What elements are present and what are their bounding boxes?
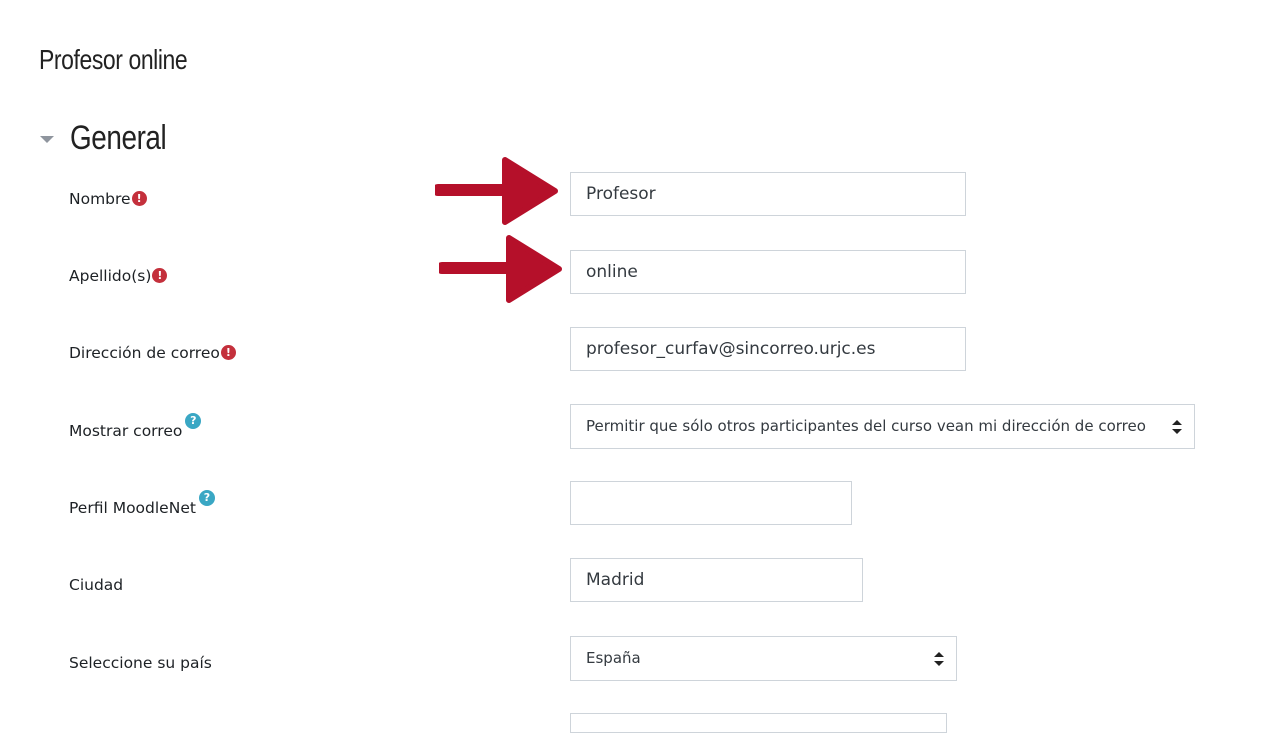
correo-input[interactable]: profesor_curfav@sincorreo.urjc.es (570, 327, 966, 371)
mostrar-correo-label-text: Mostrar correo (69, 422, 183, 440)
moodlenet-label-text: Perfil MoodleNet (69, 499, 196, 517)
correo-label-text: Dirección de correo (69, 344, 220, 362)
required-icon: ! (152, 268, 168, 283)
mostrar-correo-select[interactable]: Permitir que sólo otros participantes de… (570, 404, 1195, 449)
required-icon: ! (131, 191, 147, 206)
next-field-input[interactable] (570, 713, 947, 733)
nombre-label-text: Nombre (69, 190, 131, 208)
section-general-toggle[interactable]: General (40, 118, 187, 158)
help-icon[interactable]: ? (185, 413, 202, 429)
caret-down-icon[interactable] (40, 135, 54, 143)
ciudad-label: Ciudad (69, 576, 123, 594)
pais-label-text: Seleccione su país (69, 654, 212, 672)
apellidos-label: Apellido(s)! (69, 267, 168, 285)
ciudad-label-text: Ciudad (69, 576, 124, 594)
page-title: Profesor online (39, 44, 188, 75)
required-icon: ! (220, 345, 236, 360)
nombre-input[interactable]: Profesor (570, 172, 966, 216)
correo-label: Dirección de correo! (69, 344, 236, 362)
pais-selected: España (586, 649, 641, 667)
mostrar-correo-selected: Permitir que sólo otros participantes de… (586, 417, 1146, 435)
ciudad-input[interactable]: Madrid (570, 558, 863, 602)
pais-select[interactable]: España (570, 636, 957, 681)
select-arrows-icon (1172, 419, 1182, 434)
annotation-arrow-icon (435, 157, 558, 225)
help-icon[interactable]: ? (198, 490, 215, 506)
moodlenet-input[interactable] (570, 481, 852, 525)
apellidos-input[interactable]: online (570, 250, 966, 294)
section-title: General (70, 118, 167, 157)
mostrar-correo-label: Mostrar correo? (69, 413, 202, 440)
pais-label: Seleccione su país (69, 654, 212, 672)
select-arrows-icon (934, 651, 944, 666)
nombre-label: Nombre! (69, 190, 147, 208)
moodlenet-label: Perfil MoodleNet? (69, 490, 215, 517)
apellidos-label-text: Apellido(s) (69, 267, 152, 285)
annotation-arrow-icon (439, 235, 562, 303)
